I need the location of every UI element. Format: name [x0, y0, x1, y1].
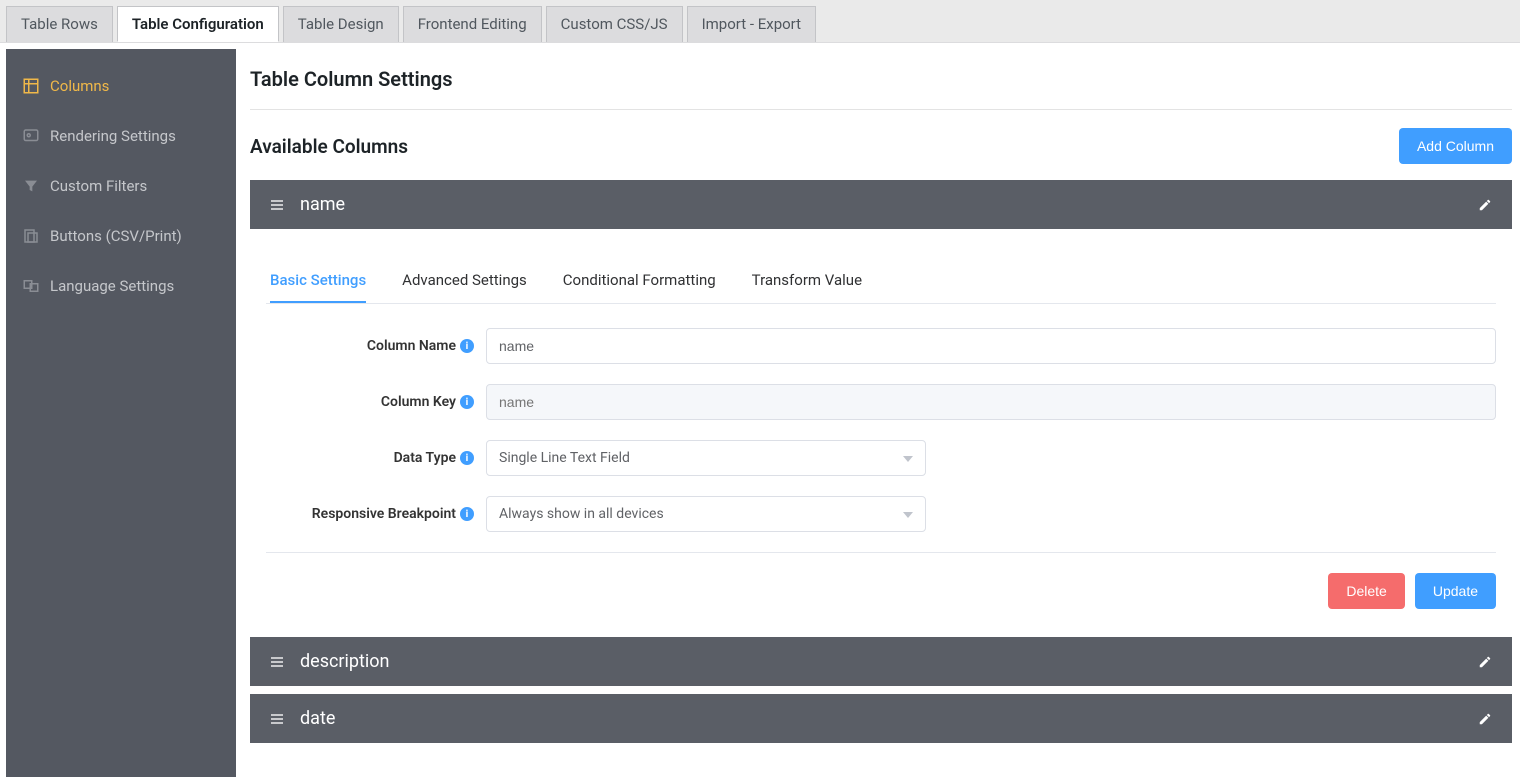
responsive-breakpoint-select[interactable]: Always show in all devices [486, 496, 926, 532]
drag-handle-icon[interactable] [268, 653, 286, 671]
data-type-label: Data Type i [266, 450, 486, 466]
edit-icon[interactable] [1476, 653, 1494, 671]
sub-tabs: Basic Settings Advanced Settings Conditi… [266, 263, 1496, 304]
column-name-input[interactable] [486, 328, 1496, 364]
delete-button[interactable]: Delete [1328, 573, 1404, 609]
sidebar-item-label: Custom Filters [50, 177, 147, 195]
sidebar: Columns Rendering Settings Custom Filter… [6, 49, 236, 777]
column-bar-date[interactable]: date [250, 694, 1512, 743]
sidebar-item-custom-filters[interactable]: Custom Filters [6, 161, 236, 211]
responsive-breakpoint-label: Responsive Breakpoint i [266, 506, 486, 522]
tab-table-rows[interactable]: Table Rows [6, 6, 113, 42]
language-icon [22, 277, 40, 295]
tab-import-export[interactable]: Import - Export [687, 6, 816, 42]
info-icon[interactable]: i [460, 395, 474, 409]
sidebar-item-buttons[interactable]: Buttons (CSV/Print) [6, 211, 236, 261]
page-title: Table Column Settings [250, 57, 1512, 110]
filter-icon [22, 177, 40, 195]
edit-icon[interactable] [1476, 196, 1494, 214]
drag-handle-icon[interactable] [268, 196, 286, 214]
available-columns-title: Available Columns [250, 135, 408, 158]
column-bar-description[interactable]: description [250, 637, 1512, 686]
content: Table Column Settings Available Columns … [242, 43, 1520, 783]
sidebar-item-label: Language Settings [50, 277, 174, 295]
sidebar-item-label: Buttons (CSV/Print) [50, 227, 182, 245]
sidebar-item-language[interactable]: Language Settings [6, 261, 236, 311]
column-name-label: description [300, 651, 389, 672]
column-key-input [486, 384, 1496, 420]
top-tabs: Table Rows Table Configuration Table Des… [0, 0, 1520, 43]
add-column-button[interactable]: Add Column [1399, 128, 1512, 164]
subtab-basic[interactable]: Basic Settings [270, 263, 366, 303]
column-key-label: Column Key i [266, 394, 486, 410]
subtab-conditional[interactable]: Conditional Formatting [563, 263, 716, 303]
tab-table-design[interactable]: Table Design [283, 6, 399, 42]
sidebar-item-rendering[interactable]: Rendering Settings [6, 111, 236, 161]
info-icon[interactable]: i [460, 339, 474, 353]
edit-icon[interactable] [1476, 710, 1494, 728]
info-icon[interactable]: i [460, 451, 474, 465]
update-button[interactable]: Update [1415, 573, 1496, 609]
subtab-advanced[interactable]: Advanced Settings [402, 263, 527, 303]
columns-icon [22, 77, 40, 95]
column-name-label: Column Name i [266, 338, 486, 354]
sidebar-item-columns[interactable]: Columns [6, 61, 236, 111]
sidebar-item-label: Columns [50, 77, 109, 95]
column-bar-name[interactable]: name [250, 180, 1512, 229]
sidebar-item-label: Rendering Settings [50, 127, 176, 145]
tab-frontend-editing[interactable]: Frontend Editing [403, 6, 542, 42]
tab-table-configuration[interactable]: Table Configuration [117, 6, 279, 42]
csv-print-icon [22, 227, 40, 245]
column-name-label: name [300, 194, 345, 215]
rendering-icon [22, 127, 40, 145]
info-icon[interactable]: i [460, 507, 474, 521]
column-settings-panel: Basic Settings Advanced Settings Conditi… [250, 239, 1512, 629]
data-type-select[interactable]: Single Line Text Field [486, 440, 926, 476]
tab-custom-css-js[interactable]: Custom CSS/JS [546, 6, 683, 42]
column-name-label: date [300, 708, 335, 729]
drag-handle-icon[interactable] [268, 710, 286, 728]
subtab-transform[interactable]: Transform Value [752, 263, 862, 303]
